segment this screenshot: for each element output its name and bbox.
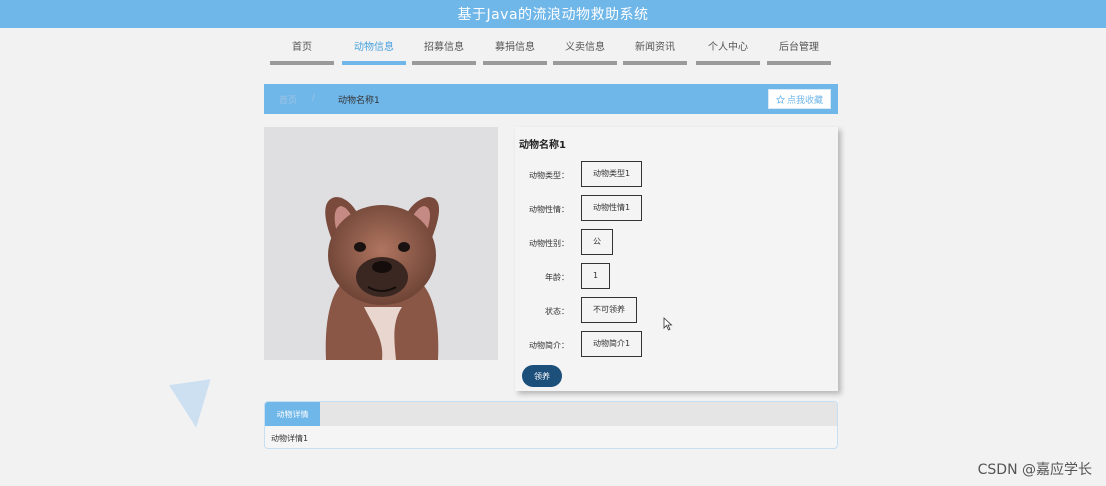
field-value-age: 1 (581, 263, 611, 289)
nav-underline (342, 61, 406, 65)
decorative-triangle (169, 379, 217, 431)
field-value-type: 动物类型1 (581, 161, 643, 187)
detail-tabs: 动物详情 动物详情1 (264, 401, 838, 449)
tab-animal-details[interactable]: 动物详情 (265, 402, 320, 426)
nav-item-personal-center[interactable]: 个人中心 (696, 39, 760, 65)
field-value-status: 不可领养 (581, 297, 637, 323)
dog-image (325, 197, 440, 360)
tab-strip (265, 402, 837, 426)
nav-item-label: 后台管理 (779, 42, 819, 53)
animal-detail-card: 动物名称1 动物类型： 动物类型1 动物性情： 动物性情1 动物性别： 公 年龄… (515, 127, 838, 391)
nav-item-home[interactable]: 首页 (270, 39, 334, 65)
breadcrumb-current: 动物名称1 (338, 96, 380, 106)
breadcrumb-separator: / (312, 93, 316, 103)
breadcrumb: 首页 / 动物名称1 点我收藏 (264, 84, 838, 114)
animal-photo (264, 127, 498, 360)
top-header-bar: 基于Java的流浪动物救助系统 (0, 0, 1106, 28)
field-value-temperament: 动物性情1 (581, 195, 643, 221)
field-label-type: 动物类型： (529, 171, 569, 180)
nav-item-label: 新闻资讯 (635, 42, 675, 53)
nav-underline (767, 61, 831, 65)
watermark: CSDN @嘉应学长 (977, 462, 1092, 478)
nav-underline (483, 61, 547, 65)
nav-item-charity-sale-info[interactable]: 义卖信息 (553, 39, 617, 65)
nav-underline (623, 61, 687, 65)
adopt-button[interactable]: 领养 (522, 365, 562, 387)
tab-content: 动物详情1 (271, 434, 309, 443)
breadcrumb-home-link[interactable]: 首页 (279, 93, 297, 106)
field-label-age: 年龄： (545, 273, 569, 282)
field-label-gender: 动物性别： (529, 239, 569, 248)
nav-item-donation-info[interactable]: 募捐信息 (483, 39, 547, 65)
animal-name: 动物名称1 (519, 140, 566, 151)
field-label-status: 状态： (545, 307, 569, 316)
nav-underline (270, 61, 334, 65)
favorite-button[interactable]: 点我收藏 (768, 89, 831, 109)
nav-item-admin[interactable]: 后台管理 (767, 39, 831, 65)
nav-item-label: 个人中心 (708, 42, 748, 53)
nav-item-label: 募捐信息 (495, 42, 535, 53)
nav-underline (412, 61, 476, 65)
nav-item-recruit-info[interactable]: 招募信息 (412, 39, 476, 65)
nav-item-label: 招募信息 (424, 42, 464, 53)
nav-item-label: 动物信息 (354, 42, 394, 53)
nav-item-label: 义卖信息 (565, 42, 605, 53)
nav-item-animal-info[interactable]: 动物信息 (342, 39, 406, 65)
nav-underline (696, 61, 760, 65)
star-icon (775, 94, 785, 104)
mouse-cursor-icon (663, 317, 673, 331)
favorite-button-label: 点我收藏 (786, 95, 823, 106)
field-value-gender: 公 (581, 229, 613, 255)
nav-underline (553, 61, 617, 65)
nav-item-news[interactable]: 新闻资讯 (623, 39, 687, 65)
field-label-intro: 动物简介： (529, 341, 569, 350)
field-label-temperament: 动物性情： (529, 205, 569, 214)
field-value-intro: 动物简介1 (581, 331, 643, 357)
nav-item-label: 首页 (292, 42, 312, 53)
site-title: 基于Java的流浪动物救助系统 (457, 7, 649, 23)
